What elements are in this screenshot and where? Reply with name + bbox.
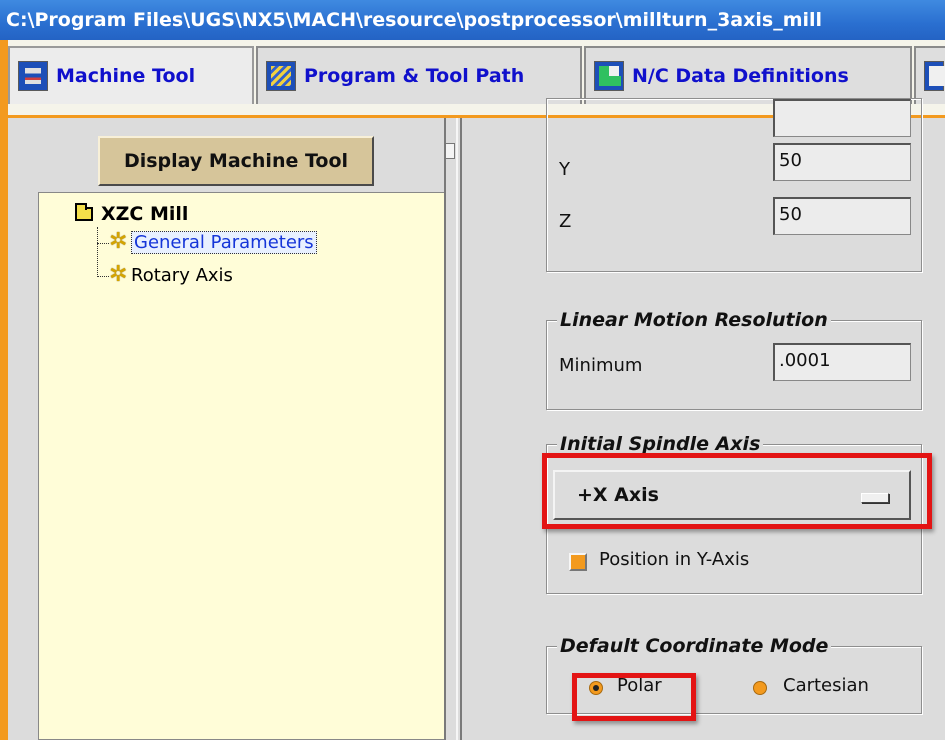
nc-data-icon xyxy=(594,61,624,91)
coordinate-mode-title: Default Coordinate Mode xyxy=(557,635,832,657)
machine-tool-icon xyxy=(18,61,48,91)
minimum-field[interactable]: .0001 xyxy=(773,343,911,381)
tree-connector xyxy=(97,243,109,245)
linear-motion-title: Linear Motion Resolution xyxy=(557,309,831,331)
tab-partial[interactable] xyxy=(914,46,945,104)
display-machine-tool-button[interactable]: Display Machine Tool xyxy=(98,136,374,186)
tab-label: Program & Tool Path xyxy=(304,65,525,87)
pane-splitter[interactable] xyxy=(444,118,458,740)
polar-option-highlight xyxy=(572,673,696,721)
tab-label: Machine Tool xyxy=(56,65,196,87)
tree-root-node[interactable]: XZC Mill xyxy=(75,203,188,225)
tree-item-label: General Parameters xyxy=(131,231,317,254)
display-button-label: Display Machine Tool xyxy=(123,150,349,172)
tree-item-general-parameters[interactable]: General Parameters xyxy=(109,229,317,254)
tree-connector xyxy=(97,227,99,277)
position-y-axis-checkbox[interactable] xyxy=(569,553,587,571)
window-title: C:\Program Files\UGS\NX5\MACH\resource\p… xyxy=(6,9,823,31)
y-label: Y xyxy=(559,159,570,180)
tab-label: N/C Data Definitions xyxy=(632,65,849,87)
folder-icon xyxy=(75,203,93,221)
tab-machine-tool[interactable]: Machine Tool xyxy=(8,46,254,104)
z-limit-field[interactable]: 50 xyxy=(773,197,911,235)
tab-program-tool-path[interactable]: Program & Tool Path xyxy=(256,46,582,104)
x-limit-field[interactable] xyxy=(773,99,911,137)
minimum-label: Minimum xyxy=(559,355,643,376)
splitter-handle[interactable] xyxy=(445,143,455,159)
gear-icon xyxy=(109,229,129,254)
tree-item-label: Rotary Axis xyxy=(131,265,233,286)
cartesian-radio[interactable] xyxy=(753,681,767,695)
z-label: Z xyxy=(559,211,572,232)
tree-item-rotary-axis[interactable]: Rotary Axis xyxy=(109,262,233,287)
tab-nc-data-definitions[interactable]: N/C Data Definitions xyxy=(584,46,912,104)
position-y-axis-label: Position in Y-Axis xyxy=(599,549,750,570)
spindle-axis-title: Initial Spindle Axis xyxy=(557,433,764,455)
gear-icon xyxy=(109,262,129,287)
partial-tab-icon xyxy=(924,61,945,91)
y-limit-field[interactable]: 50 xyxy=(773,143,911,181)
program-tool-path-icon xyxy=(266,61,296,91)
cartesian-label: Cartesian xyxy=(783,675,869,696)
tree-connector xyxy=(97,276,109,278)
main-window: C:\Program Files\UGS\NX5\MACH\resource\p… xyxy=(0,0,945,740)
right-pane[interactable]: Y 50 Z 50 Linear Motion Resolution Minim… xyxy=(460,98,945,740)
window-title-bar[interactable]: C:\Program Files\UGS\NX5\MACH\resource\p… xyxy=(0,0,945,40)
travel-limits-group: Y 50 Z 50 xyxy=(546,98,922,272)
left-pane: Display Machine Tool XZC Mill General Pa… xyxy=(8,118,446,740)
linear-motion-group: Linear Motion Resolution Minimum .0001 xyxy=(546,309,922,410)
tab-content-border xyxy=(0,40,8,740)
spindle-axis-highlight xyxy=(542,453,932,529)
parameter-tree[interactable]: XZC Mill General Parameters Rotary Axis xyxy=(38,192,446,740)
tree-root-label: XZC Mill xyxy=(101,203,189,225)
